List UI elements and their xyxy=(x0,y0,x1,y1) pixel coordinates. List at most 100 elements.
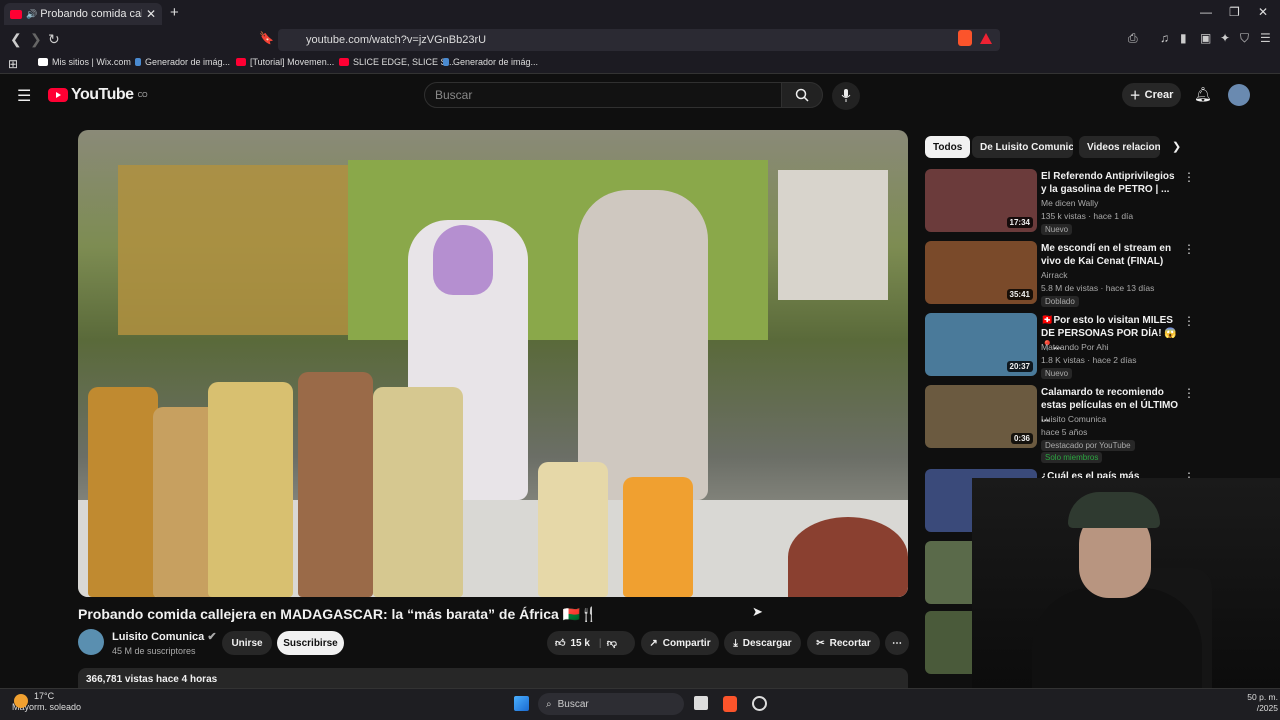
browser-tab[interactable]: 🔊 Probando comida callejera en ✕ xyxy=(4,3,162,25)
temperature: 17°C xyxy=(34,691,55,701)
bookmark-label: Generador de imág... xyxy=(453,57,539,67)
obs-taskbar-icon[interactable] xyxy=(752,696,767,711)
chip-related[interactable]: Videos relacionados xyxy=(1079,136,1160,158)
related-channel[interactable]: Luisito Comunica xyxy=(1041,414,1106,424)
notifications-bell-icon[interactable]: 🔔︎ xyxy=(1194,86,1212,103)
share-label: Compartir xyxy=(662,637,711,649)
search-button[interactable] xyxy=(781,82,823,108)
clip-label: Recortar xyxy=(829,637,871,649)
sidebar-icon[interactable]: ▮ xyxy=(1180,31,1187,45)
bookmark-item[interactable]: Generador de imág... xyxy=(443,57,538,67)
related-channel[interactable]: Mateando Por Ahi xyxy=(1041,342,1109,352)
hamburger-menu-icon[interactable]: ☰ xyxy=(17,86,31,106)
video-frame-person xyxy=(578,190,708,500)
related-channel[interactable]: Me dicen Wally xyxy=(1041,198,1098,208)
download-label: Descargar xyxy=(742,637,792,649)
wallet-icon[interactable]: ▣ xyxy=(1200,31,1211,45)
video-frame-bottle xyxy=(298,372,373,597)
chip-all[interactable]: Todos xyxy=(925,136,971,158)
back-icon[interactable]: ❮ xyxy=(10,31,22,48)
minimize-icon[interactable]: — xyxy=(1200,5,1212,19)
user-avatar[interactable] xyxy=(1228,84,1250,106)
related-title[interactable]: Me escondí en el stream en vivo de Kai C… xyxy=(1041,242,1181,268)
related-badge: Nuevo xyxy=(1041,224,1073,235)
join-button[interactable]: Unirse xyxy=(222,631,272,655)
related-more-icon[interactable]: ⋮ xyxy=(1183,170,1195,184)
youtube-favicon-icon xyxy=(10,9,22,19)
windows-start-icon[interactable] xyxy=(514,696,529,711)
members-only-badge: Solo miembros xyxy=(1041,452,1103,463)
vpn-icon[interactable]: ⛉ xyxy=(1240,31,1249,46)
menu-icon[interactable]: ☰ xyxy=(1260,31,1271,45)
related-title[interactable]: El Referendo Antiprivilegios y la gasoli… xyxy=(1041,170,1181,196)
like-icon[interactable]: 👍︎ xyxy=(555,637,565,649)
brave-taskbar-icon[interactable] xyxy=(723,696,737,712)
task-view-icon[interactable] xyxy=(694,696,708,710)
bookmark-icon[interactable]: 🔖 xyxy=(259,31,274,45)
reload-icon[interactable]: ↻ xyxy=(48,31,60,48)
related-more-icon[interactable]: ⋮ xyxy=(1183,242,1195,256)
search-placeholder: Buscar xyxy=(435,88,473,102)
related-channel[interactable]: Airrack xyxy=(1041,270,1067,280)
download-button[interactable]: ⤓ Descargar xyxy=(724,631,801,655)
channel-name[interactable]: Luisito Comunica ✔ xyxy=(112,630,217,643)
close-window-icon[interactable]: ✕ xyxy=(1258,5,1268,19)
like-count[interactable]: 15 k xyxy=(570,638,589,649)
voice-search-button[interactable] xyxy=(832,82,860,110)
related-more-icon[interactable]: ⋮ xyxy=(1183,386,1195,400)
chip-channel[interactable]: De Luisito Comunica xyxy=(972,136,1073,158)
related-thumbnail[interactable]: 17:34 xyxy=(925,169,1037,232)
like-dislike-group: 👍︎ 15 k | 👎︎ xyxy=(547,631,635,655)
share-button[interactable]: ↗ Compartir xyxy=(641,631,719,655)
duration-badge: 0:36 xyxy=(1010,433,1033,444)
url-field[interactable]: youtube.com/watch?v=jzVGnBb23rU xyxy=(278,29,1000,51)
generator-icon xyxy=(135,58,141,66)
screenshot-icon[interactable]: ⎙ xyxy=(1128,31,1138,46)
speaker-icon[interactable]: 🔊 xyxy=(26,9,37,20)
channel-name-text: Luisito Comunica xyxy=(112,631,205,643)
related-thumbnail[interactable]: 0:36 xyxy=(925,385,1037,448)
brave-rewards-icon[interactable] xyxy=(980,33,992,44)
related-more-icon[interactable]: ⋮ xyxy=(1183,314,1195,328)
video-player[interactable] xyxy=(78,130,908,597)
create-button[interactable]: ＋ Crear xyxy=(1122,83,1181,107)
subscribe-button[interactable]: Suscribirse xyxy=(277,631,344,655)
duration-badge: 17:34 xyxy=(1006,217,1033,228)
clip-button[interactable]: ✂ Recortar xyxy=(807,631,880,655)
brave-shield-icon[interactable] xyxy=(958,30,972,46)
bookmark-label: [Tutorial] Movemen... xyxy=(250,57,335,67)
apps-grid-icon[interactable]: ⊞ xyxy=(8,57,18,71)
like-divider: | xyxy=(598,637,602,649)
search-input[interactable]: Buscar xyxy=(424,82,782,108)
dislike-icon[interactable]: 👎︎ xyxy=(607,637,617,649)
system-clock[interactable]: 50 p. m. /2025 xyxy=(1238,692,1278,714)
related-thumbnail[interactable]: 35:41 xyxy=(925,241,1037,304)
bookmark-item[interactable]: SLICE EDGE, SLICE S... xyxy=(339,57,454,67)
forward-icon[interactable]: ❯ xyxy=(30,31,42,48)
webcam-cap xyxy=(1068,492,1160,528)
maximize-icon[interactable]: ❐ xyxy=(1229,5,1240,19)
generator-icon xyxy=(443,58,449,66)
bookmark-label: Mis sitios | Wix.com xyxy=(52,57,131,67)
new-tab-button[interactable]: + xyxy=(170,4,179,21)
bookmark-item[interactable]: [Tutorial] Movemen... xyxy=(236,57,334,67)
more-actions-icon[interactable]: ⋯ xyxy=(885,631,909,655)
chips-next-icon[interactable]: ❯ xyxy=(1172,140,1181,153)
ai-icon[interactable]: ✦ xyxy=(1220,31,1230,45)
logo-text: YouTube xyxy=(71,86,134,103)
bookmark-label: Generador de imág... xyxy=(145,57,231,67)
video-frame-shelf xyxy=(778,170,888,300)
duration-badge: 35:41 xyxy=(1006,289,1033,300)
youtube-logo[interactable]: YouTube CO xyxy=(48,86,148,104)
youtube-icon xyxy=(339,58,349,66)
search-icon xyxy=(795,88,809,102)
taskbar-search[interactable]: ⌕ Buscar xyxy=(538,693,684,715)
mouse-cursor-icon: ➤ xyxy=(752,604,763,619)
channel-avatar[interactable] xyxy=(78,629,104,655)
bookmark-item[interactable]: Generador de imág... xyxy=(135,57,230,67)
bookmark-item[interactable]: Mis sitios | Wix.com xyxy=(38,57,131,67)
related-thumbnail[interactable]: 20:37 xyxy=(925,313,1037,376)
close-tab-icon[interactable]: ✕ xyxy=(146,7,156,21)
video-frame-bottle xyxy=(538,462,608,597)
music-icon[interactable]: ♫ xyxy=(1160,31,1169,45)
